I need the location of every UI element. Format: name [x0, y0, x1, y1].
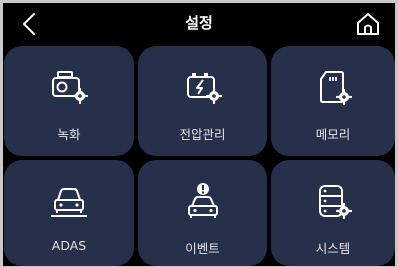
voltage-management-label: 전압관리 — [179, 127, 226, 142]
voltage-management-tile[interactable]: 전압관리 — [138, 46, 267, 156]
settings-grid: 녹화 전압관리 메모리 ADAS 이벤트 시스템 — [3, 44, 395, 266]
back-button[interactable] — [15, 9, 45, 39]
top-bar: 설정 — [3, 3, 395, 44]
page-title: 설정 — [185, 14, 213, 32]
sd-card-settings-icon — [320, 71, 353, 106]
car-alert-icon — [187, 183, 218, 218]
adas-label: ADAS — [51, 238, 87, 253]
recording-label: 녹화 — [57, 127, 81, 142]
car-lane-icon — [51, 188, 87, 217]
chevron-left-icon — [23, 13, 35, 35]
system-tile[interactable]: 시스템 — [271, 160, 395, 266]
memory-label: 메모리 — [315, 127, 351, 142]
recording-tile[interactable]: 녹화 — [4, 46, 134, 156]
event-tile[interactable]: 이벤트 — [138, 160, 267, 266]
home-button[interactable] — [353, 9, 383, 39]
battery-settings-icon — [186, 73, 222, 105]
home-icon — [357, 13, 379, 35]
memory-tile[interactable]: 메모리 — [271, 46, 395, 156]
server-settings-icon — [319, 185, 353, 220]
event-label: 이벤트 — [185, 241, 220, 256]
adas-tile[interactable]: ADAS — [4, 160, 134, 266]
system-label: 시스템 — [315, 241, 351, 256]
screen: 설정 녹화 전압관리 메모리 ADAS 이벤트 시스템 — [3, 3, 395, 266]
dashcam-settings-icon — [52, 71, 89, 105]
